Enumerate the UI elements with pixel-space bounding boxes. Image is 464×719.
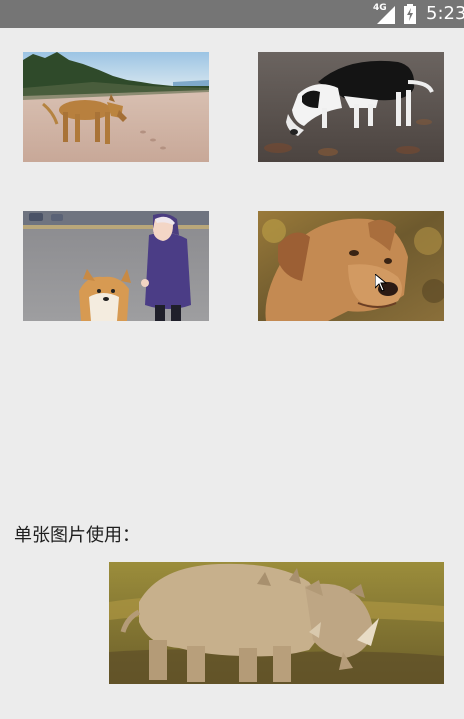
- grid-image-dog-on-beach[interactable]: [23, 52, 209, 162]
- rhino-image: [109, 562, 444, 684]
- single-image-rhino[interactable]: [109, 562, 444, 684]
- dog-portrait-image: [258, 211, 444, 321]
- mouse-cursor-icon: [375, 274, 387, 292]
- signal-icon: [377, 6, 395, 24]
- status-time: 5:23: [426, 3, 464, 24]
- grid-image-dog-portrait[interactable]: [258, 211, 444, 321]
- grid-image-dog-sniffing-ground[interactable]: [258, 52, 444, 162]
- status-bar: 4G 5:23: [0, 0, 464, 28]
- single-image-section-label: 单张图片使用：: [14, 525, 140, 546]
- child-with-corgi-image: [23, 211, 209, 321]
- dog-on-beach-image: [23, 52, 209, 162]
- grid-image-child-with-corgi[interactable]: [23, 211, 209, 321]
- dog-sniffing-image: [258, 52, 444, 162]
- battery-charging-icon: [404, 4, 416, 24]
